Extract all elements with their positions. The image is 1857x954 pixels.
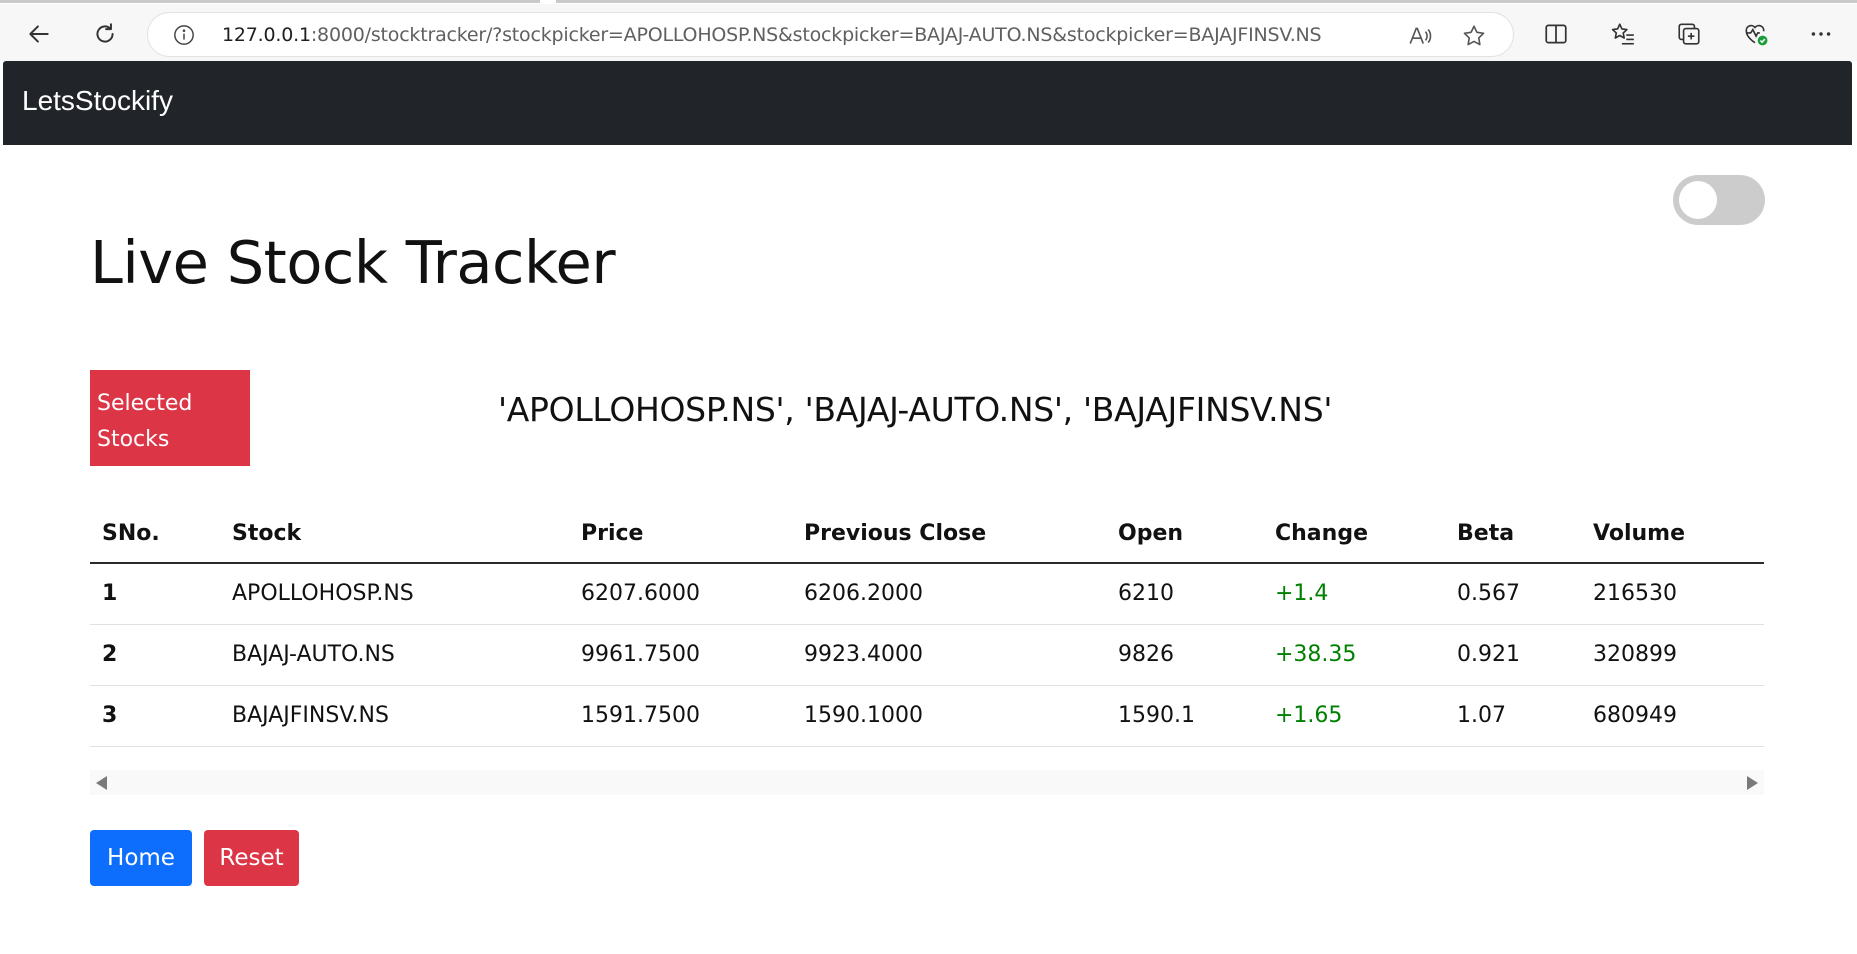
toggle-knob <box>1679 181 1717 219</box>
reset-button[interactable]: Reset <box>204 830 299 886</box>
cell-price: 9961.7500 <box>569 624 792 686</box>
back-arrow-icon[interactable] <box>19 14 59 54</box>
brand-link[interactable]: LetsStockify <box>22 85 173 117</box>
tab-strip-segment <box>556 0 1857 3</box>
cell-stock: BAJAJ-AUTO.NS <box>220 624 569 686</box>
cell-volume: 320899 <box>1581 624 1764 686</box>
cell-sno: 2 <box>90 624 220 686</box>
cell-beta: 0.921 <box>1445 624 1581 686</box>
cell-change: +1.65 <box>1263 685 1445 747</box>
address-bar[interactable]: 127.0.0.1:8000/stocktracker/?stockpicker… <box>147 12 1514 57</box>
page-title: Live Stock Tracker <box>90 228 616 297</box>
header-open: Open <box>1106 504 1263 564</box>
header-stock: Stock <box>220 504 569 564</box>
cell-sno: 1 <box>90 563 220 625</box>
tab-strip-segment <box>0 0 540 3</box>
cell-open: 1590.1 <box>1106 685 1263 747</box>
browser-toolbar: 127.0.0.1:8000/stocktracker/?stockpicker… <box>0 4 1857 61</box>
reload-icon[interactable] <box>85 14 125 54</box>
cell-open: 6210 <box>1106 563 1263 625</box>
cell-change: +38.35 <box>1263 624 1445 686</box>
cell-volume: 680949 <box>1581 685 1764 747</box>
scroll-right-icon[interactable] <box>1747 776 1758 790</box>
cell-price: 1591.7500 <box>569 685 792 747</box>
header-price: Price <box>569 504 792 564</box>
header-change: Change <box>1263 504 1445 564</box>
cell-previous-close: 9923.4000 <box>792 624 1106 686</box>
read-aloud-icon[interactable] <box>1407 23 1433 49</box>
url-text[interactable]: 127.0.0.1:8000/stocktracker/?stockpicker… <box>222 24 1322 46</box>
cell-beta: 0.567 <box>1445 563 1581 625</box>
cell-open: 9826 <box>1106 624 1263 686</box>
cell-sno: 3 <box>90 685 220 747</box>
scroll-left-icon[interactable] <box>96 776 107 790</box>
collections-icon[interactable] <box>1673 18 1705 50</box>
cell-price: 6207.6000 <box>569 563 792 625</box>
browser-essentials-icon[interactable] <box>1739 18 1771 50</box>
table-row: 2 BAJAJ-AUTO.NS 9961.7500 9923.4000 9826… <box>90 624 1764 686</box>
more-icon[interactable] <box>1805 18 1837 50</box>
header-sno: SNo. <box>90 504 220 564</box>
url-host: 127.0.0.1 <box>222 24 311 46</box>
table-header-row: SNo. Stock Price Previous Close Open Cha… <box>90 504 1764 564</box>
cell-change: +1.4 <box>1263 563 1445 625</box>
navbar: LetsStockify <box>3 61 1852 145</box>
url-path: :8000/stocktracker/?stockpicker=APOLLOHO… <box>310 24 1322 46</box>
cell-stock: BAJAJFINSV.NS <box>220 685 569 747</box>
star-icon[interactable] <box>1461 23 1487 49</box>
selected-stocks-badge: Selected Stocks <box>90 370 250 466</box>
info-icon[interactable] <box>173 24 195 46</box>
header-beta: Beta <box>1445 504 1581 564</box>
cell-beta: 1.07 <box>1445 685 1581 747</box>
home-button[interactable]: Home <box>90 830 192 886</box>
header-previous-close: Previous Close <box>792 504 1106 564</box>
header-volume: Volume <box>1581 504 1764 564</box>
horizontal-scrollbar[interactable] <box>90 770 1764 795</box>
cell-volume: 216530 <box>1581 563 1764 625</box>
table-row: 1 APOLLOHOSP.NS 6207.6000 6206.2000 6210… <box>90 563 1764 625</box>
stock-table: SNo. Stock Price Previous Close Open Cha… <box>90 504 1764 747</box>
cell-previous-close: 6206.2000 <box>792 563 1106 625</box>
table-row: 3 BAJAJFINSV.NS 1591.7500 1590.1000 1590… <box>90 685 1764 747</box>
cell-stock: APOLLOHOSP.NS <box>220 563 569 625</box>
selected-stocks-list: 'APOLLOHOSP.NS', 'BAJAJ-AUTO.NS', 'BAJAJ… <box>498 390 1333 429</box>
cell-previous-close: 1590.1000 <box>792 685 1106 747</box>
theme-toggle[interactable] <box>1673 175 1765 225</box>
favorites-icon[interactable] <box>1607 18 1639 50</box>
split-screen-icon[interactable] <box>1540 18 1572 50</box>
